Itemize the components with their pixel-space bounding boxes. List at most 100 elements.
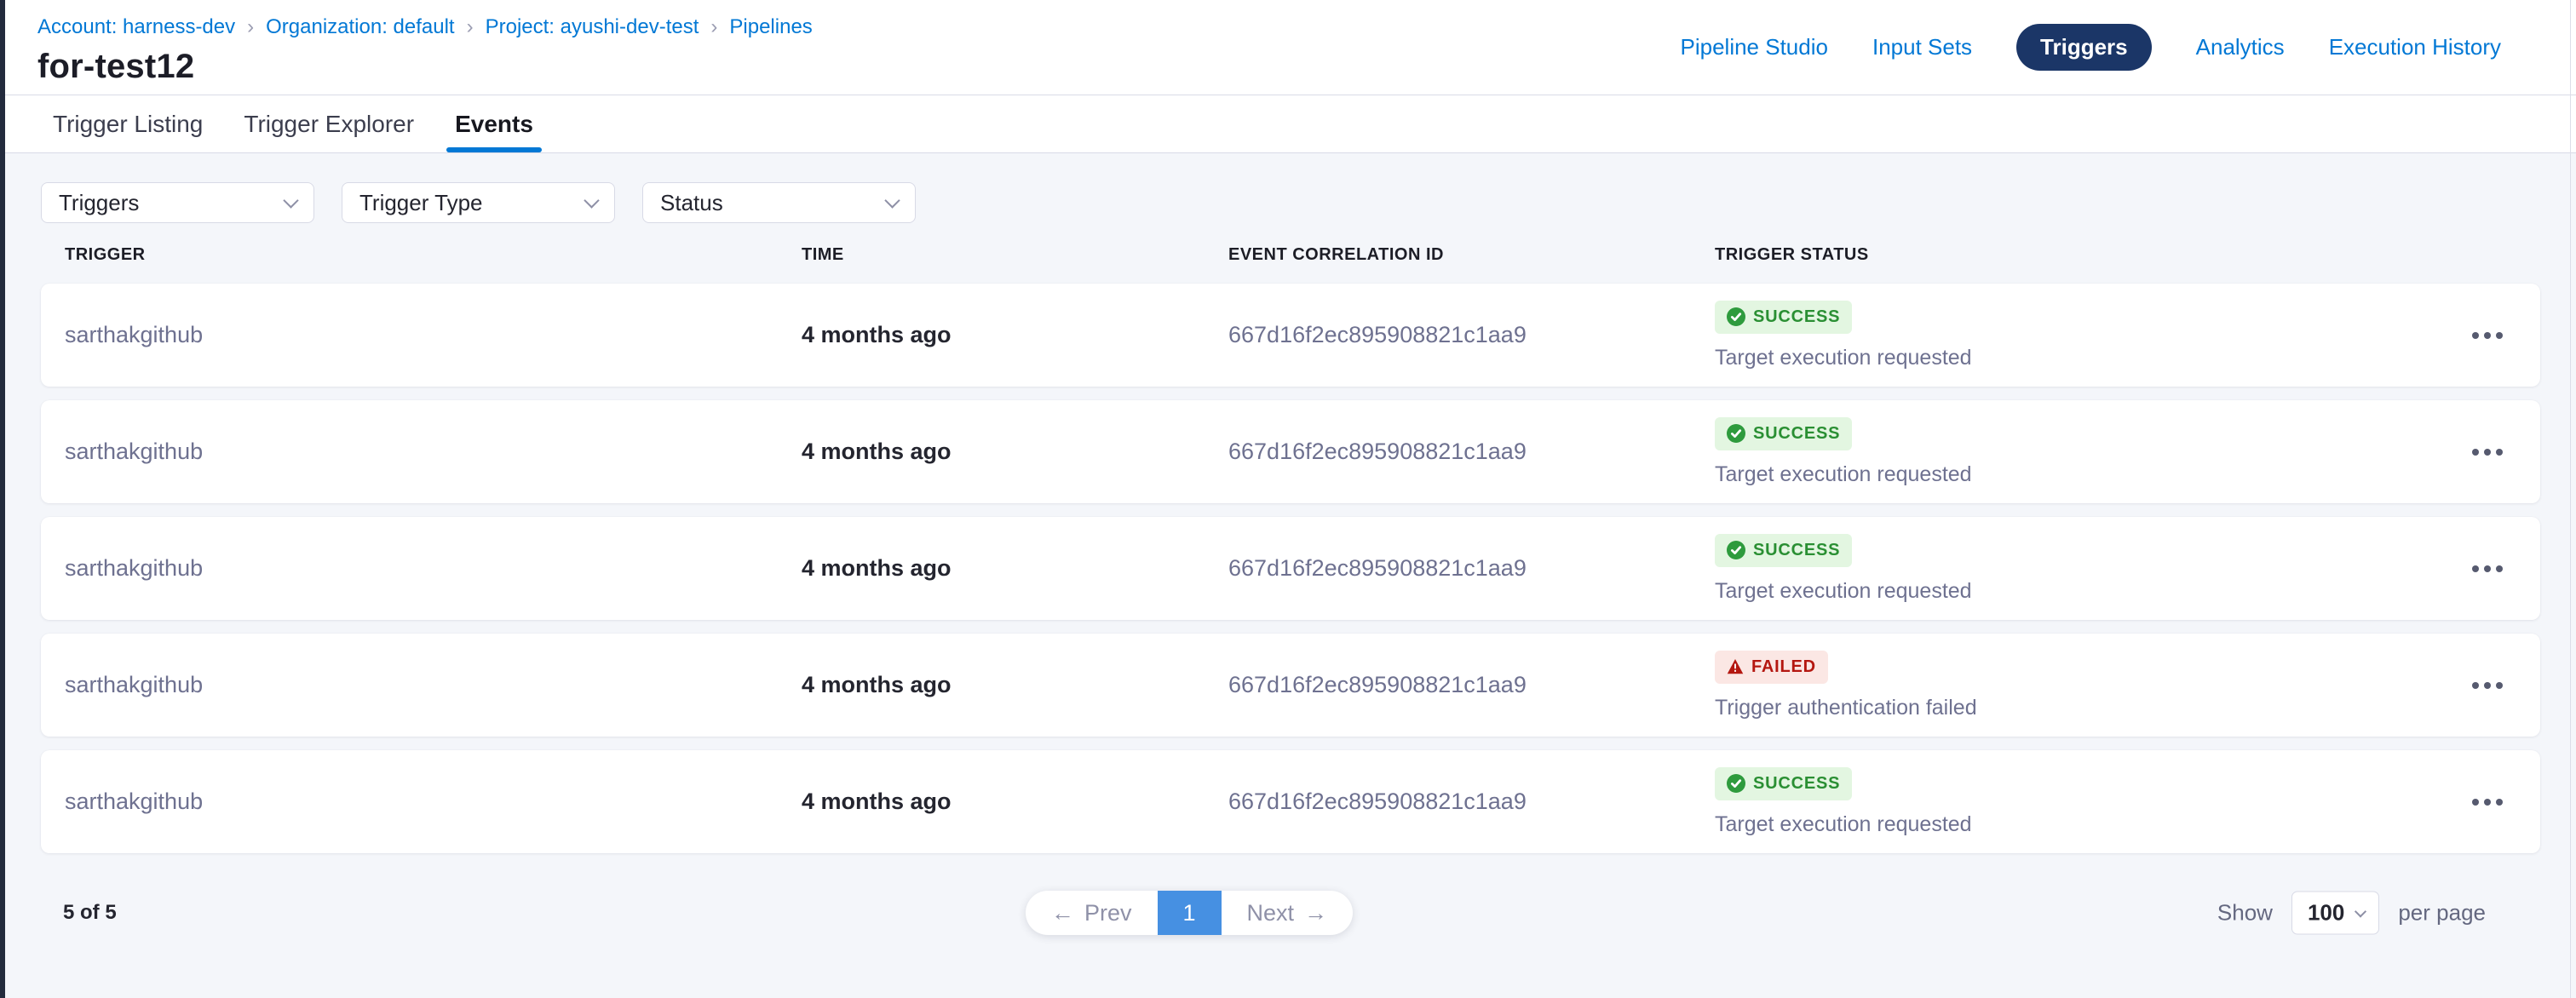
trigger-name: sarthakgithub — [65, 672, 802, 698]
status-badge: SUCCESS — [1715, 767, 1852, 800]
nav-analytics[interactable]: Analytics — [2196, 34, 2285, 60]
trigger-type-filter-label: Trigger Type — [359, 190, 483, 216]
triggers-events-page: Account: harness-dev › Organization: def… — [0, 0, 2576, 998]
event-correlation-id: 667d16f2ec895908821c1aa9 — [1228, 555, 1715, 582]
status-message: Target execution requested — [1715, 462, 1972, 487]
trigger-status-cell: SUCCESS Target execution requested — [1715, 534, 2404, 604]
trigger-status-cell: SUCCESS Target execution requested — [1715, 767, 2404, 837]
trigger-name: sarthakgithub — [65, 555, 802, 582]
status-filter-label: Status — [660, 190, 723, 216]
event-correlation-id: 667d16f2ec895908821c1aa9 — [1228, 322, 1715, 348]
ellipsis-icon — [2472, 565, 2479, 572]
check-circle-icon — [1727, 774, 1745, 793]
event-time: 4 months ago — [802, 439, 1228, 465]
ellipsis-icon — [2496, 799, 2503, 806]
show-label: Show — [2217, 900, 2273, 926]
ellipsis-icon — [2484, 799, 2491, 806]
ellipsis-icon — [2472, 682, 2479, 689]
ellipsis-icon — [2484, 682, 2491, 689]
status-message: Target execution requested — [1715, 812, 1972, 837]
status-badge-label: SUCCESS — [1753, 774, 1840, 794]
nav-pipeline-studio[interactable]: Pipeline Studio — [1681, 34, 1828, 60]
trigger-name: sarthakgithub — [65, 789, 802, 815]
nav-input-sets[interactable]: Input Sets — [1872, 34, 1972, 60]
chevron-down-icon — [884, 192, 900, 208]
event-time: 4 months ago — [802, 672, 1228, 698]
events-table-header: TRIGGER TIME EVENT CORRELATION ID TRIGGE… — [41, 245, 2540, 265]
page-header: Account: harness-dev › Organization: def… — [5, 0, 2576, 95]
trigger-status-cell: SUCCESS Target execution requested — [1715, 301, 2404, 370]
nav-triggers[interactable]: Triggers — [2016, 24, 2152, 71]
tab-trigger-explorer[interactable]: Trigger Explorer — [244, 95, 414, 152]
events-content: Triggers Trigger Type Status TRIGGER TIM… — [5, 153, 2576, 998]
trigger-name: sarthakgithub — [65, 439, 802, 465]
column-header-trigger-status: TRIGGER STATUS — [1715, 245, 2404, 265]
status-badge-label: SUCCESS — [1753, 541, 1840, 560]
triggers-filter-dropdown[interactable]: Triggers — [41, 182, 314, 223]
ellipsis-icon — [2472, 332, 2479, 339]
pager: ← Prev 1 Next → — [1026, 891, 1353, 935]
ellipsis-icon — [2484, 565, 2491, 572]
warning-triangle-icon — [1727, 658, 1744, 675]
trigger-name: sarthakgithub — [65, 322, 802, 348]
status-badge-label: SUCCESS — [1753, 307, 1840, 327]
status-badge: SUCCESS — [1715, 417, 1852, 450]
breadcrumb-separator-icon: › — [467, 15, 474, 39]
breadcrumb-separator-icon: › — [247, 15, 254, 39]
breadcrumb-project[interactable]: Project: ayushi-dev-test — [486, 15, 699, 39]
row-menu-button[interactable] — [2472, 449, 2540, 456]
nav-execution-history[interactable]: Execution History — [2329, 34, 2501, 60]
row-menu-button[interactable] — [2472, 565, 2540, 572]
chevron-down-icon — [2355, 905, 2366, 917]
pipeline-nav: Pipeline Studio Input Sets Triggers Anal… — [1681, 24, 2502, 71]
tab-events[interactable]: Events — [455, 95, 533, 152]
status-badge: SUCCESS — [1715, 301, 1852, 334]
event-row: sarthakgithub 4 months ago 667d16f2ec895… — [41, 400, 2540, 503]
status-message: Trigger authentication failed — [1715, 696, 1977, 720]
page-number-button[interactable]: 1 — [1158, 891, 1222, 935]
event-correlation-id: 667d16f2ec895908821c1aa9 — [1228, 789, 1715, 815]
next-page-button[interactable]: Next → — [1222, 891, 1354, 935]
right-gutter-divider — [2570, 0, 2571, 998]
results-count: 5 of 5 — [63, 901, 117, 925]
event-time: 4 months ago — [802, 789, 1228, 815]
triggers-filter-label: Triggers — [59, 190, 139, 216]
event-correlation-id: 667d16f2ec895908821c1aa9 — [1228, 439, 1715, 465]
page-size-select[interactable]: 100 — [2291, 892, 2379, 935]
tab-trigger-listing[interactable]: Trigger Listing — [53, 95, 203, 152]
row-menu-button[interactable] — [2472, 332, 2540, 339]
ellipsis-icon — [2472, 799, 2479, 806]
column-header-trigger: TRIGGER — [65, 245, 802, 265]
check-circle-icon — [1727, 541, 1745, 559]
ellipsis-icon — [2484, 449, 2491, 456]
event-row: sarthakgithub 4 months ago 667d16f2ec895… — [41, 284, 2540, 387]
prev-page-button[interactable]: ← Prev — [1026, 891, 1158, 935]
breadcrumb-account[interactable]: Account: harness-dev — [37, 15, 235, 39]
trigger-status-cell: FAILED Trigger authentication failed — [1715, 651, 2404, 720]
chevron-down-icon — [584, 192, 599, 208]
event-row: sarthakgithub 4 months ago 667d16f2ec895… — [41, 634, 2540, 737]
trigger-type-filter-dropdown[interactable]: Trigger Type — [342, 182, 615, 223]
event-correlation-id: 667d16f2ec895908821c1aa9 — [1228, 672, 1715, 698]
breadcrumb-organization[interactable]: Organization: default — [266, 15, 454, 39]
per-page-label: per page — [2398, 900, 2486, 926]
ellipsis-icon — [2496, 332, 2503, 339]
arrow-left-icon: ← — [1051, 900, 1074, 926]
column-header-event-correlation-id: EVENT CORRELATION ID — [1228, 245, 1715, 265]
status-message: Target execution requested — [1715, 579, 1972, 604]
row-menu-button[interactable] — [2472, 799, 2540, 806]
ellipsis-icon — [2472, 449, 2479, 456]
filter-bar: Triggers Trigger Type Status — [41, 182, 2576, 223]
status-badge-label: FAILED — [1751, 657, 1816, 677]
status-filter-dropdown[interactable]: Status — [642, 182, 916, 223]
status-message: Target execution requested — [1715, 346, 1972, 370]
row-menu-button[interactable] — [2472, 682, 2540, 689]
breadcrumb-pipelines[interactable]: Pipelines — [729, 15, 812, 39]
collapsed-sidebar-edge — [0, 0, 5, 998]
event-row: sarthakgithub 4 months ago 667d16f2ec895… — [41, 517, 2540, 620]
chevron-down-icon — [283, 192, 298, 208]
events-table-body: sarthakgithub 4 months ago 667d16f2ec895… — [41, 284, 2540, 853]
event-row: sarthakgithub 4 months ago 667d16f2ec895… — [41, 750, 2540, 853]
check-circle-icon — [1727, 424, 1745, 443]
event-time: 4 months ago — [802, 322, 1228, 348]
